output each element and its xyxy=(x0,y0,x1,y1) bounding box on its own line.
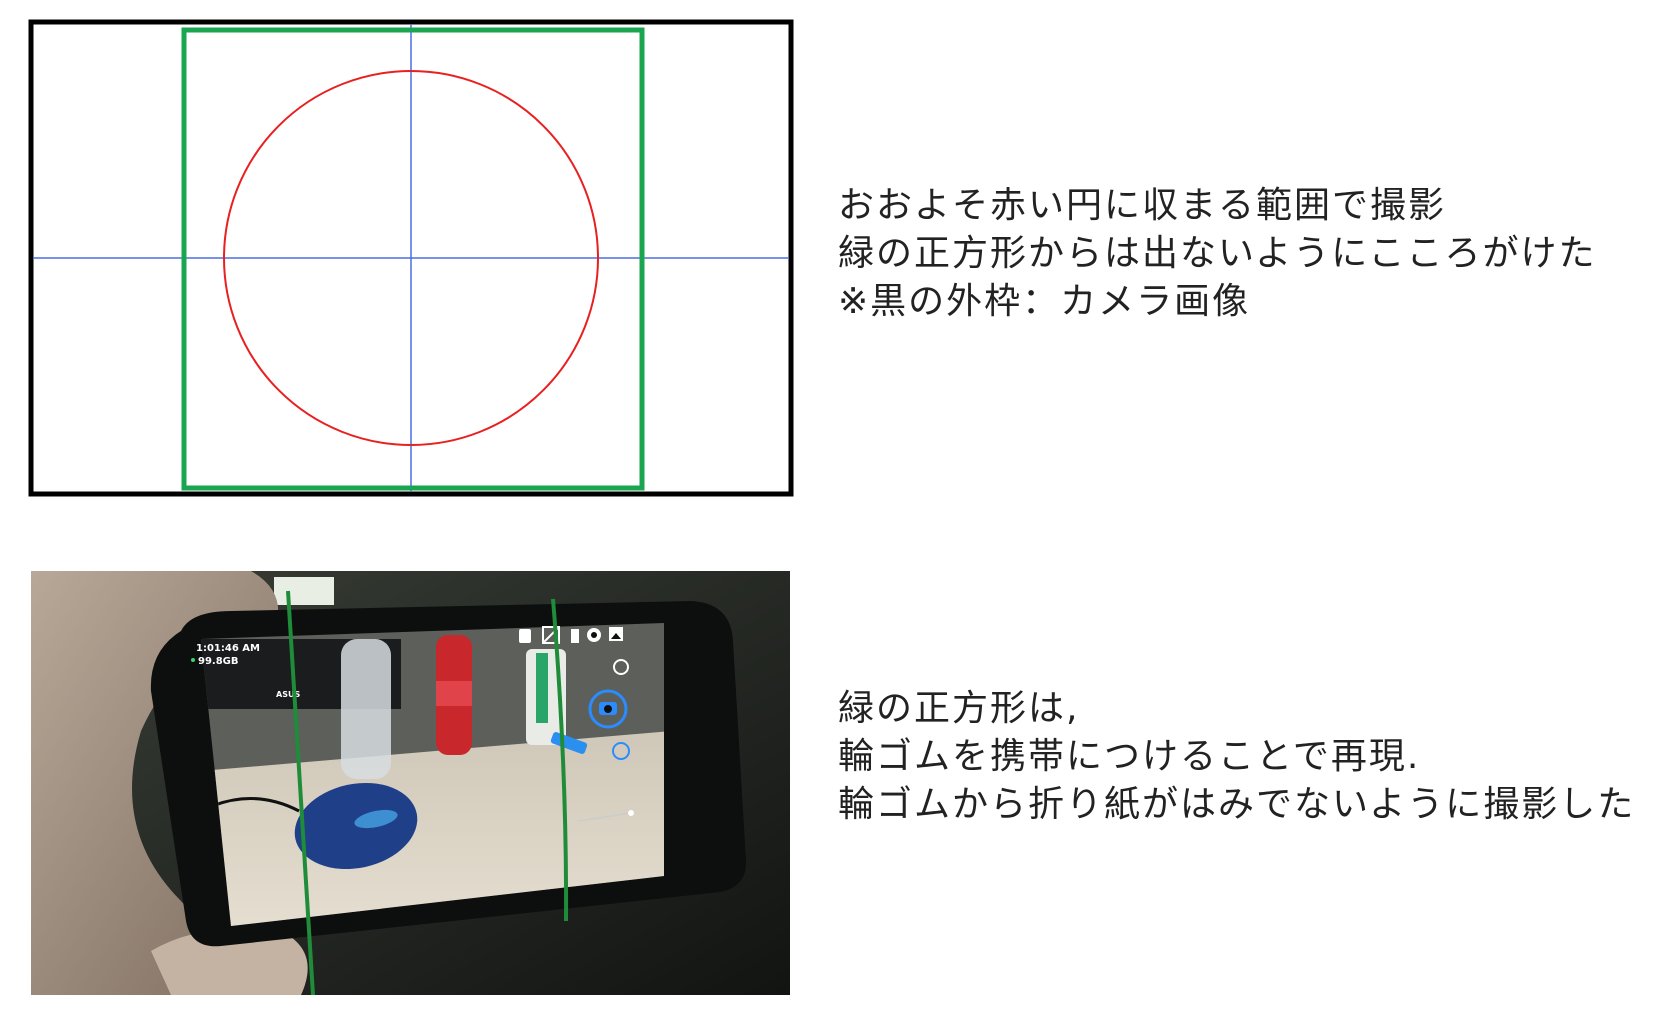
caption-line: おおよそ赤い円に収まる範囲で撮影 xyxy=(838,185,1447,226)
phone-photo: ASUS 1:01:46 AM 99.8GB xyxy=(31,571,790,995)
caption-line: 緑の正方形は, xyxy=(838,688,1080,729)
top-caption: おおよそ赤い円に収まる範囲で撮影 緑の正方形からは出ないようにこころがけた ※黒… xyxy=(838,182,1597,326)
storage-indicator-icon xyxy=(191,658,195,662)
caption-line: 輪ゴムを携帯につけることで再現. xyxy=(838,736,1421,777)
toothpaste-stripe xyxy=(536,653,548,723)
storage-readout: 99.8GB xyxy=(198,656,239,667)
caption-line: ※黒の外枠：カメラ画像 xyxy=(838,281,1251,322)
cola-label xyxy=(436,681,472,706)
pointer-icon[interactable] xyxy=(519,629,531,643)
bottom-caption: 緑の正方形は, 輪ゴムを携帯につけることで再現. 輪ゴムから折り紙がはみでないよ… xyxy=(838,685,1635,829)
water-bottle xyxy=(341,639,391,779)
exit-sign xyxy=(274,577,334,605)
camera-frame-diagram xyxy=(28,19,794,497)
caption-line: 輪ゴムから折り紙がはみでないように撮影した xyxy=(838,784,1636,825)
gallery-icon[interactable] xyxy=(609,627,623,641)
timer-icon[interactable] xyxy=(571,629,579,643)
time-readout: 1:01:46 AM xyxy=(196,643,260,654)
caption-line: 緑の正方形からは出ないようにこころがけた xyxy=(838,233,1597,274)
settings-icon[interactable] xyxy=(587,628,601,642)
monitor-brand-label: ASUS xyxy=(276,690,300,699)
